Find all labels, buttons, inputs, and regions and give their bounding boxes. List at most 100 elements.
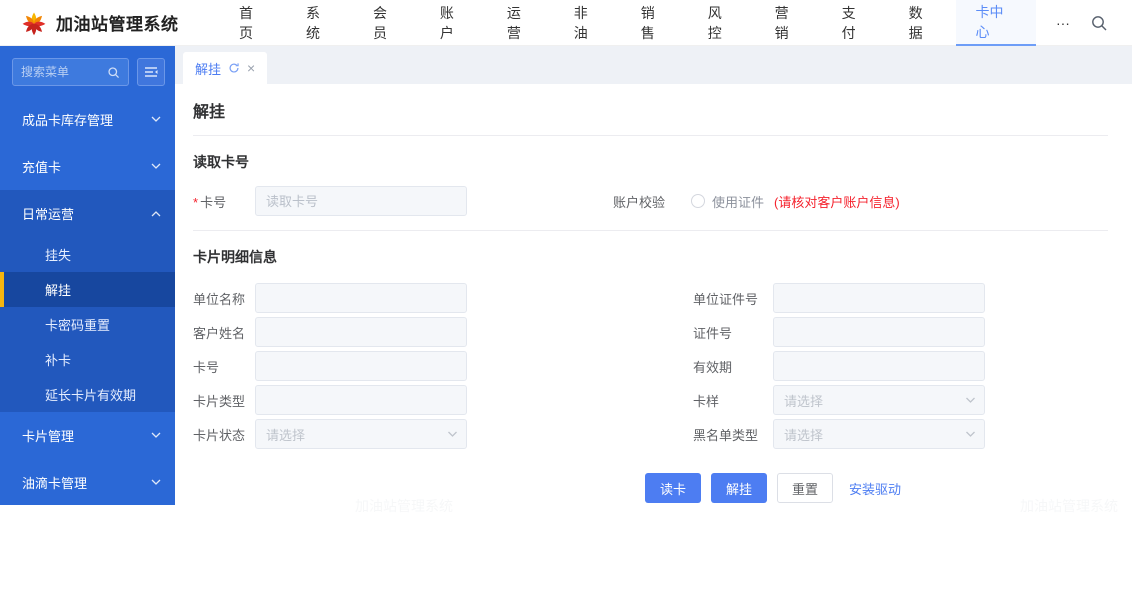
collapse-menu-button[interactable] bbox=[137, 58, 165, 86]
chevron-down-icon bbox=[151, 479, 161, 485]
petrochina-logo-icon bbox=[22, 12, 46, 35]
nav-item-more[interactable]: ··· bbox=[1036, 0, 1090, 46]
sidebar-item-extend-card-validity[interactable]: 延长卡片有效期 bbox=[0, 377, 175, 412]
customer-name-label: 客户姓名 bbox=[193, 325, 246, 341]
card-style-select[interactable]: 请选择 bbox=[773, 385, 985, 415]
detail-row: 客户姓名 证件号 bbox=[193, 315, 985, 349]
account-check-label: 账户校验 bbox=[613, 194, 666, 210]
sidebar-group-label: 日常运营 bbox=[22, 207, 75, 222]
customer-name-input[interactable] bbox=[255, 317, 467, 347]
nav-item-operations[interactable]: 运营 bbox=[487, 0, 554, 46]
use-certificate-radio[interactable] bbox=[691, 194, 706, 208]
chevron-down-icon bbox=[151, 573, 161, 579]
nav-item-sales[interactable]: 销售 bbox=[621, 0, 688, 46]
chevron-down-icon bbox=[151, 526, 161, 532]
blacklist-type-label: 黑名单类型 bbox=[693, 427, 759, 443]
section-title-read-card: 读取卡号 bbox=[193, 154, 249, 170]
sidebar-item-unhang[interactable]: 解挂 bbox=[0, 272, 175, 307]
sidebar-item-card-password-reset[interactable]: 卡密码重置 bbox=[0, 307, 175, 342]
chevron-down-icon bbox=[448, 431, 457, 437]
read-card-row: *卡号 账户校验 使用证件 (请核对客户账户信息) bbox=[193, 186, 1108, 216]
refresh-icon[interactable] bbox=[228, 62, 240, 74]
card-status-select-value: 请选择 bbox=[266, 427, 306, 443]
daily-operations-submenu: 挂失 解挂 卡密码重置 补卡 延长卡片有效期 bbox=[0, 237, 175, 412]
sidebar-group-label: 礼品卡券管理 bbox=[22, 570, 101, 585]
sidebar-group-recharge-card[interactable]: 充值卡 bbox=[0, 143, 175, 190]
sidebar-group-daily-operations[interactable]: 日常运营 bbox=[0, 190, 175, 237]
global-search-button[interactable] bbox=[1090, 14, 1108, 32]
chevron-down-icon bbox=[966, 397, 975, 403]
validity-input[interactable] bbox=[773, 351, 985, 381]
main-content: 解挂 读取卡号 *卡号 账户校验 使用证件 (请核对客户账户信息) 卡片明细信息… bbox=[175, 84, 1132, 518]
sidebar-group-label: 充值卡 bbox=[22, 160, 62, 175]
nav-item-system[interactable]: 系统 bbox=[286, 0, 353, 46]
company-cert-no-label: 单位证件号 bbox=[693, 291, 759, 307]
unhang-button[interactable]: 解挂 bbox=[711, 473, 768, 503]
sidebar-group-label: 查询统计 bbox=[22, 523, 75, 538]
nav-item-data[interactable]: 数据 bbox=[889, 0, 956, 46]
detail-row: 卡片状态 请选择 黑名单类型 请选择 bbox=[193, 417, 985, 451]
detail-row: 单位名称 单位证件号 bbox=[193, 281, 985, 315]
top-navigation: 首页 系统 会员 账户 运营 非油 销售 风控 营销 支付 数据 卡中心 ··· bbox=[219, 0, 1090, 46]
top-header: 加油站管理系统 首页 系统 会员 账户 运营 非油 销售 风控 营销 支付 数据… bbox=[0, 0, 1132, 46]
close-icon[interactable]: × bbox=[247, 61, 255, 75]
sidebar: 成品卡库存管理 充值卡 日常运营 挂失 解挂 卡密码重置 补卡 延长卡片有效期 … bbox=[0, 46, 175, 585]
nav-item-risk-control[interactable]: 风控 bbox=[688, 0, 755, 46]
detail-card-no-label: 卡号 bbox=[193, 359, 220, 375]
card-no-input[interactable] bbox=[255, 186, 467, 216]
sidebar-search-box[interactable] bbox=[12, 58, 129, 86]
nav-item-nonoil[interactable]: 非油 bbox=[554, 0, 621, 46]
search-icon bbox=[108, 66, 120, 78]
sidebar-item-replace-card[interactable]: 补卡 bbox=[0, 342, 175, 377]
section-divider bbox=[193, 230, 1108, 231]
nav-item-account[interactable]: 账户 bbox=[420, 0, 487, 46]
account-check-group: 账户校验 使用证件 (请核对客户账户信息) bbox=[613, 192, 900, 211]
nav-item-payment[interactable]: 支付 bbox=[822, 0, 889, 46]
sidebar-item-loss-report[interactable]: 挂失 bbox=[0, 237, 175, 272]
tab-unhang[interactable]: 解挂 × bbox=[183, 52, 268, 84]
card-status-label: 卡片状态 bbox=[193, 427, 246, 443]
nav-item-home[interactable]: 首页 bbox=[219, 0, 286, 46]
card-no-label: * 卡号 bbox=[193, 194, 227, 210]
chevron-down-icon bbox=[151, 432, 161, 438]
nav-item-marketing[interactable]: 营销 bbox=[755, 0, 822, 46]
footer-buttons: 读卡 解挂 重置 安装驱动 bbox=[193, 473, 1108, 503]
detail-card-no-input[interactable] bbox=[255, 351, 467, 381]
chevron-up-icon bbox=[151, 211, 161, 217]
blacklist-type-select-value: 请选择 bbox=[784, 427, 824, 443]
section-title-card-detail: 卡片明细信息 bbox=[193, 249, 277, 265]
sidebar-group-oil-drop-card-management[interactable]: 油滴卡管理 bbox=[0, 459, 175, 506]
sidebar-group-daily-operations-block: 日常运营 挂失 解挂 卡密码重置 补卡 延长卡片有效期 bbox=[0, 190, 175, 412]
sidebar-group-card-inventory[interactable]: 成品卡库存管理 bbox=[0, 96, 175, 143]
chevron-down-icon bbox=[151, 116, 161, 122]
company-cert-no-input[interactable] bbox=[773, 283, 985, 313]
nav-item-card-center[interactable]: 卡中心 bbox=[955, 0, 1036, 46]
cert-no-input[interactable] bbox=[773, 317, 985, 347]
title-divider bbox=[193, 135, 1108, 136]
cert-no-label: 证件号 bbox=[693, 325, 733, 341]
sidebar-group-label: 卡片管理 bbox=[22, 429, 75, 444]
validity-label: 有效期 bbox=[693, 359, 733, 375]
tab-bar: 解挂 × bbox=[175, 46, 1132, 84]
nav-item-member[interactable]: 会员 bbox=[353, 0, 420, 46]
reset-button[interactable]: 重置 bbox=[777, 473, 834, 503]
install-driver-link[interactable]: 安装驱动 bbox=[849, 479, 901, 498]
card-style-label: 卡样 bbox=[693, 393, 720, 409]
card-type-input[interactable] bbox=[255, 385, 467, 415]
blacklist-type-select[interactable]: 请选择 bbox=[773, 419, 985, 449]
sidebar-group-card-management[interactable]: 卡片管理 bbox=[0, 412, 175, 459]
sidebar-group-query-statistics[interactable]: 查询统计 bbox=[0, 506, 175, 553]
company-name-input[interactable] bbox=[255, 283, 467, 313]
search-icon bbox=[1092, 15, 1107, 30]
card-status-select[interactable]: 请选择 bbox=[255, 419, 467, 449]
account-check-warning: (请核对客户账户信息) bbox=[774, 194, 900, 210]
card-style-select-value: 请选择 bbox=[784, 393, 824, 409]
use-certificate-label[interactable]: 使用证件 bbox=[712, 192, 764, 211]
page-title: 解挂 bbox=[193, 104, 226, 121]
detail-row: 卡号 有效期 bbox=[193, 349, 985, 383]
sidebar-group-gift-card-management[interactable]: 礼品卡券管理 bbox=[0, 553, 175, 600]
read-card-button[interactable]: 读卡 bbox=[645, 473, 702, 503]
sidebar-group-label: 成品卡库存管理 bbox=[22, 113, 114, 128]
sidebar-search-input[interactable] bbox=[21, 65, 107, 79]
detail-row: 卡片类型 卡样 请选择 bbox=[193, 383, 985, 417]
